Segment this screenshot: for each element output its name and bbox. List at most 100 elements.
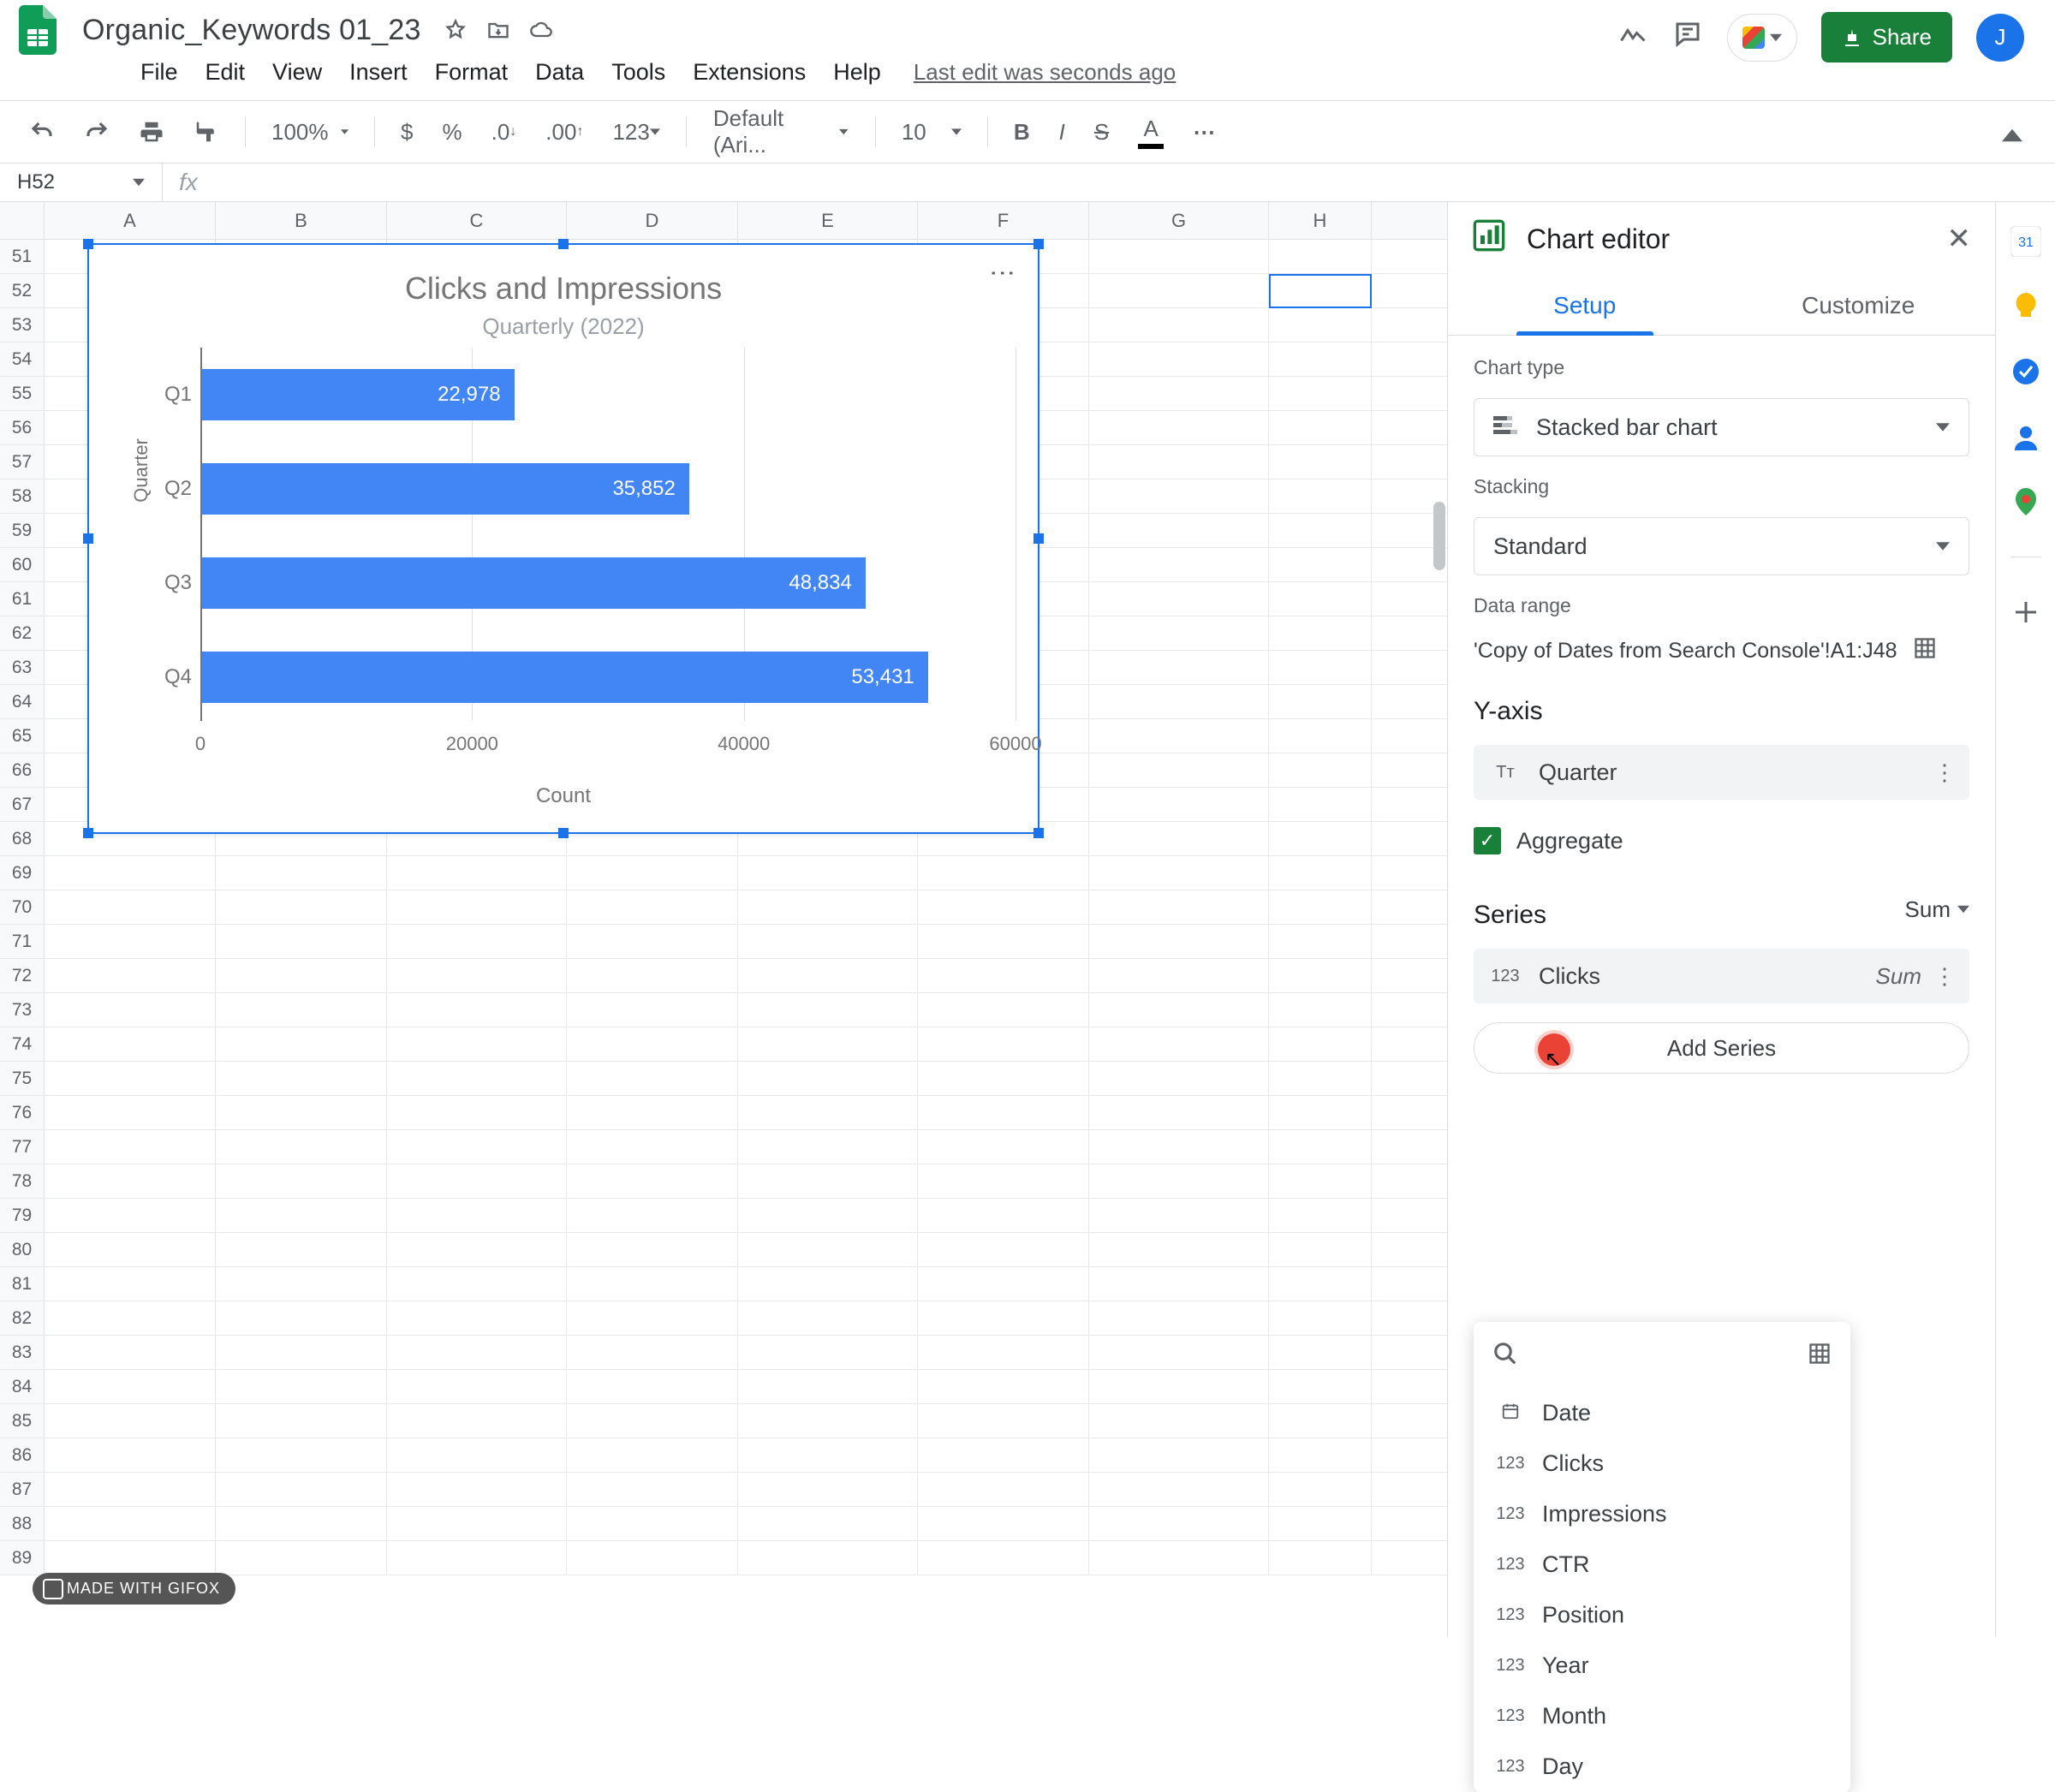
account-avatar[interactable]: J — [1976, 14, 2024, 62]
row-header[interactable]: 84 — [0, 1370, 45, 1403]
cell[interactable] — [918, 1473, 1089, 1506]
cell[interactable] — [738, 1130, 918, 1164]
cell[interactable] — [918, 1370, 1089, 1403]
cell[interactable] — [216, 1267, 387, 1301]
cell[interactable] — [567, 1027, 738, 1061]
italic-button[interactable]: I — [1051, 114, 1074, 151]
cell[interactable] — [567, 1541, 738, 1575]
cell[interactable] — [1089, 240, 1269, 273]
cell[interactable] — [1269, 445, 1372, 479]
row-header[interactable]: 66 — [0, 753, 45, 787]
cell[interactable] — [1089, 1541, 1269, 1575]
search-icon[interactable] — [1492, 1341, 1518, 1372]
cell[interactable] — [567, 993, 738, 1027]
cell[interactable] — [216, 890, 387, 924]
cell[interactable] — [45, 1199, 216, 1232]
cell[interactable] — [1269, 1062, 1372, 1095]
cell[interactable] — [45, 925, 216, 958]
cell[interactable] — [1089, 993, 1269, 1027]
cell[interactable] — [918, 1062, 1089, 1095]
menu-format[interactable]: Format — [423, 52, 521, 92]
cell[interactable] — [738, 993, 918, 1027]
row-header[interactable]: 77 — [0, 1130, 45, 1164]
cell[interactable] — [387, 1233, 567, 1266]
name-box[interactable]: H52 — [0, 163, 163, 202]
cell[interactable] — [918, 1507, 1089, 1540]
row-header[interactable]: 89 — [0, 1541, 45, 1575]
cell[interactable] — [1089, 479, 1269, 513]
cell[interactable] — [45, 890, 216, 924]
cell[interactable] — [1269, 1507, 1372, 1540]
cell[interactable] — [567, 856, 738, 890]
add-addon-button[interactable] — [2010, 597, 2041, 628]
cell[interactable] — [567, 1507, 738, 1540]
cell[interactable] — [216, 1199, 387, 1232]
undo-button[interactable] — [21, 114, 63, 150]
font-dropdown[interactable]: Default (Ari... — [704, 99, 858, 164]
cell[interactable] — [387, 1096, 567, 1129]
cell[interactable] — [738, 1027, 918, 1061]
cell[interactable] — [216, 1096, 387, 1129]
maps-addon-icon[interactable] — [2010, 486, 2041, 517]
cell[interactable] — [387, 1404, 567, 1438]
y-axis-field-menu[interactable]: ⋮ — [1933, 759, 1956, 786]
row-header[interactable]: 76 — [0, 1096, 45, 1129]
cell[interactable] — [45, 1370, 216, 1403]
spreadsheet-grid[interactable]: ABCDEFGH 5152535455565758596061626364656… — [0, 202, 1447, 1637]
cell[interactable] — [567, 1130, 738, 1164]
cell[interactable] — [1089, 445, 1269, 479]
cell[interactable] — [738, 1507, 918, 1540]
popup-field-option[interactable]: 123Position — [1474, 1590, 1850, 1640]
cell[interactable] — [45, 1233, 216, 1266]
cell[interactable] — [387, 1130, 567, 1164]
sheets-logo[interactable] — [17, 4, 58, 56]
cell[interactable] — [1269, 1027, 1372, 1061]
cell[interactable] — [1269, 1233, 1372, 1266]
cell[interactable] — [738, 959, 918, 992]
popup-field-option[interactable]: Date — [1474, 1388, 1850, 1438]
cell[interactable] — [918, 925, 1089, 958]
cell[interactable] — [45, 1404, 216, 1438]
cell[interactable] — [1089, 1233, 1269, 1266]
chart-bar[interactable]: 22,978 — [202, 369, 515, 420]
redo-button[interactable] — [75, 114, 118, 150]
cell[interactable] — [387, 1164, 567, 1198]
series-field-chip[interactable]: 123 Clicks Sum⋮ — [1474, 949, 1969, 1003]
cell[interactable] — [1089, 1438, 1269, 1472]
popup-field-option[interactable]: 123CTR — [1474, 1539, 1850, 1590]
more-toolbar-button[interactable]: ⋯ — [1184, 114, 1224, 151]
popup-field-option[interactable]: 123Year — [1474, 1640, 1850, 1691]
menu-file[interactable]: File — [128, 52, 190, 92]
cell[interactable] — [387, 1267, 567, 1301]
cell[interactable] — [45, 1027, 216, 1061]
cell[interactable] — [1269, 1301, 1372, 1335]
series-field-menu[interactable]: Sum⋮ — [1876, 963, 1956, 990]
cell[interactable] — [1089, 616, 1269, 650]
chart-bar[interactable]: 35,852 — [202, 463, 689, 515]
cell[interactable] — [1269, 1199, 1372, 1232]
cell[interactable] — [567, 1062, 738, 1095]
add-series-button[interactable]: Add Series ↖ — [1474, 1022, 1969, 1074]
cell[interactable] — [387, 1541, 567, 1575]
format-currency-button[interactable]: $ — [392, 114, 421, 151]
cell[interactable] — [567, 1370, 738, 1403]
cell[interactable] — [1269, 548, 1372, 581]
cell[interactable] — [567, 925, 738, 958]
row-header[interactable]: 69 — [0, 856, 45, 890]
cell[interactable] — [45, 1130, 216, 1164]
row-header[interactable]: 83 — [0, 1336, 45, 1369]
cell[interactable] — [738, 1164, 918, 1198]
cell[interactable] — [216, 1301, 387, 1335]
cell[interactable] — [216, 1541, 387, 1575]
cell[interactable] — [1269, 582, 1372, 616]
cell[interactable] — [216, 959, 387, 992]
cell[interactable] — [45, 1301, 216, 1335]
resize-handle[interactable] — [83, 533, 93, 544]
column-header[interactable]: H — [1269, 202, 1372, 239]
cell[interactable] — [1269, 240, 1372, 273]
cell[interactable] — [1269, 856, 1372, 890]
cell[interactable] — [216, 1507, 387, 1540]
cell[interactable] — [216, 1062, 387, 1095]
tasks-addon-icon[interactable] — [2010, 356, 2041, 387]
cell[interactable] — [387, 993, 567, 1027]
